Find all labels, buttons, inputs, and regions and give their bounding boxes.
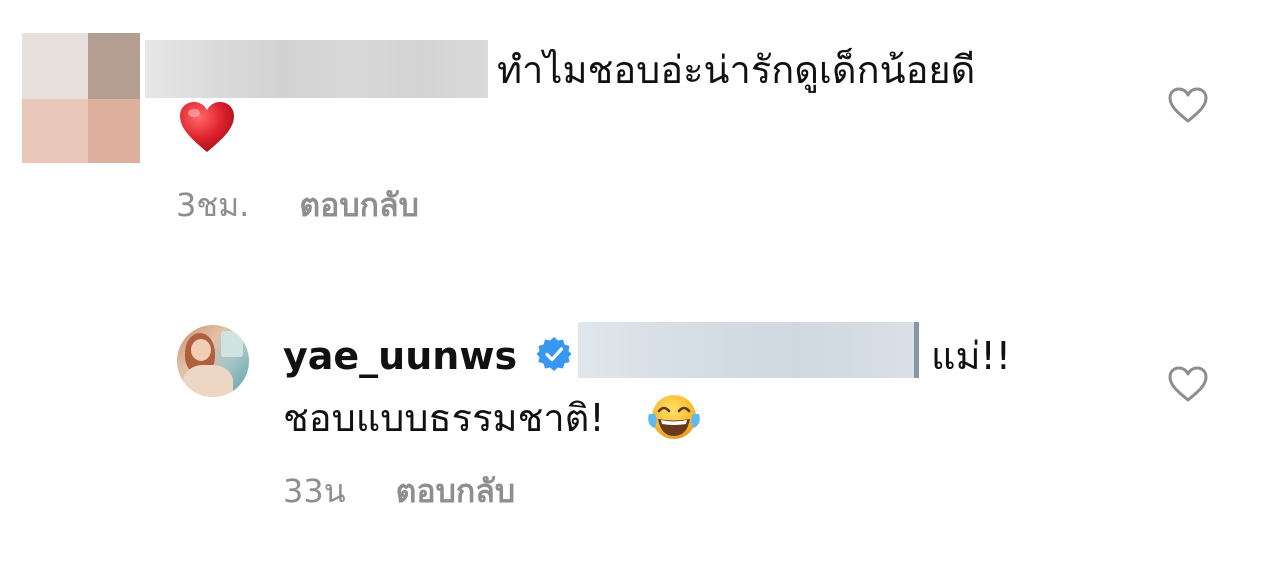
- avatar-redacted[interactable]: [22, 33, 140, 163]
- comment-text-line2: ชอบแบบธรรมชาติ!: [283, 396, 605, 440]
- comment-text-line1: แม่!!: [931, 334, 1012, 378]
- comment-text: ทำไมชอบอ่ะน่ารักดูเด็กน้อยดี: [497, 48, 976, 92]
- heart-outline-icon[interactable]: [1167, 86, 1209, 124]
- reply-button[interactable]: ตอบกลับ: [396, 472, 516, 510]
- timestamp: 33น: [283, 472, 346, 510]
- reply-button[interactable]: ตอบกลับ: [299, 186, 419, 224]
- username-redacted[interactable]: [145, 40, 488, 98]
- heart-outline-icon[interactable]: [1167, 365, 1209, 403]
- avatar[interactable]: [177, 325, 249, 397]
- face-with-tears-of-joy-emoji-icon: [648, 395, 700, 439]
- red-heart-emoji-icon: [180, 102, 234, 152]
- username[interactable]: yae_uunws: [283, 330, 517, 382]
- verified-badge-icon: [536, 337, 572, 371]
- mention-redacted[interactable]: [578, 322, 919, 378]
- comment-meta: 33น ตอบกลับ: [283, 470, 515, 512]
- comment-meta: 3ชม. ตอบกลับ: [176, 184, 419, 226]
- timestamp: 3ชม.: [176, 186, 250, 224]
